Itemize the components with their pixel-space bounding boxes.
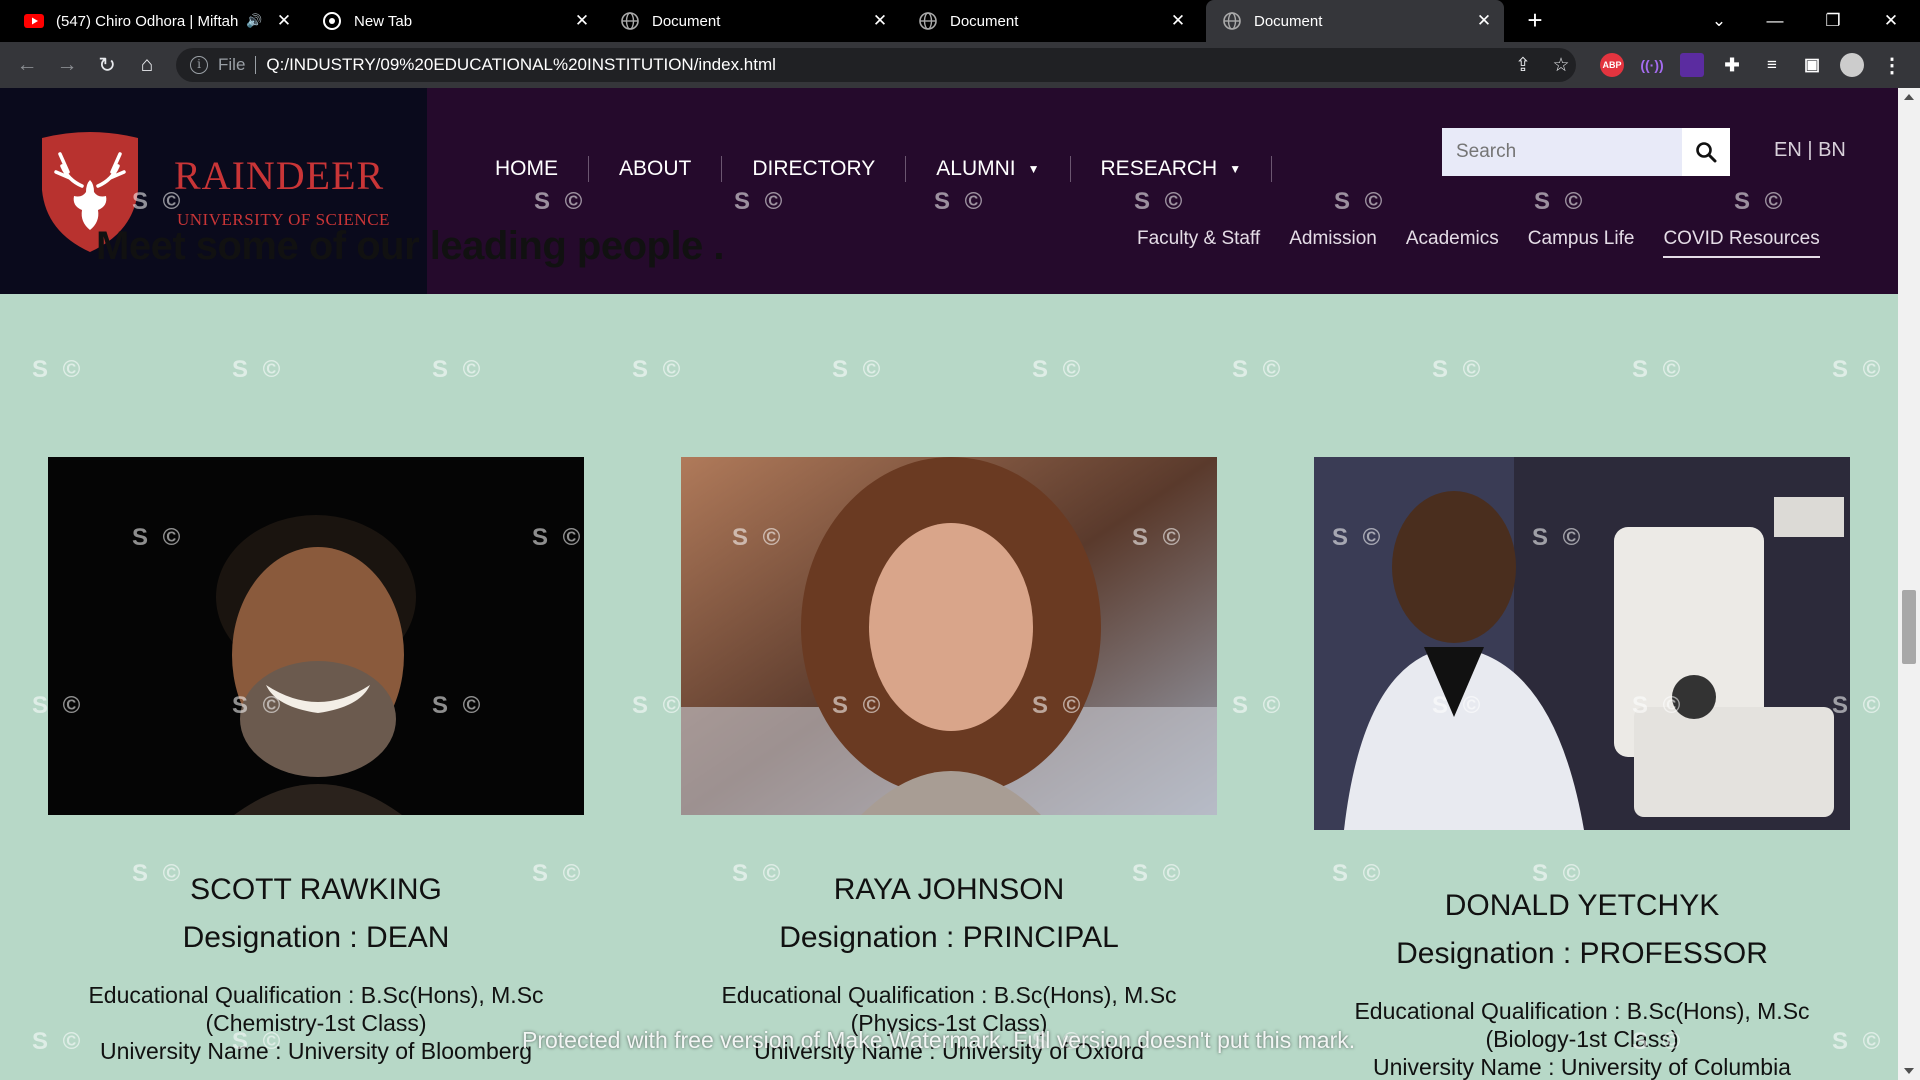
person-card-donald: DONALD YETCHYK Designation : PROFESSOR E… — [1314, 889, 1850, 1080]
tab-youtube[interactable]: (547) Chiro Odhora | Miftah 🔊 ✕ — [8, 0, 304, 42]
tab-strip: (547) Chiro Odhora | Miftah 🔊 ✕ New Tab … — [0, 0, 1920, 42]
person-designation: Designation : DEAN — [182, 921, 450, 954]
globe-icon — [620, 11, 640, 31]
chrome-icon — [322, 11, 342, 31]
browser-toolbar: ← → ↻ ⌂ i File Q:/INDUSTRY/09%20EDUCATIO… — [0, 42, 1920, 88]
url-divider — [255, 56, 257, 74]
person-qualification: Educational Qualification : B.Sc(Hons), … — [88, 982, 544, 1064]
profile-avatar[interactable] — [1840, 53, 1864, 77]
adblock-icon[interactable]: ABP — [1600, 53, 1624, 77]
scroll-up-icon[interactable] — [1904, 94, 1914, 100]
forward-icon[interactable]: → — [52, 50, 82, 80]
window-close-icon[interactable]: ✕ — [1868, 0, 1914, 42]
search-button[interactable] — [1682, 128, 1730, 176]
page-viewport: RAINDEER UNIVERSITY OF SCIENCE HOME ABOU… — [0, 88, 1898, 1080]
search-input[interactable] — [1442, 128, 1682, 176]
globe-icon — [918, 11, 938, 31]
watermark-mark: S © — [432, 356, 485, 383]
watermark-mark: S © — [1832, 356, 1885, 383]
subnav-campus-life[interactable]: Campus Life — [1528, 228, 1635, 258]
close-icon[interactable]: ✕ — [1168, 11, 1188, 31]
watermark-mark: S © — [32, 356, 85, 383]
scroll-down-icon[interactable] — [1904, 1068, 1914, 1074]
section-heading: Meet some of our leading people . — [96, 224, 725, 268]
home-icon[interactable]: ⌂ — [132, 50, 162, 80]
extension-square-icon[interactable] — [1680, 53, 1704, 77]
watermark-mark: S © — [832, 356, 885, 383]
subnav-academics[interactable]: Academics — [1406, 228, 1499, 258]
bookmark-star-icon[interactable]: ☆ — [1548, 52, 1574, 78]
sub-nav: Faculty & Staff Admission Academics Camp… — [1137, 228, 1820, 258]
nav-alumni[interactable]: ALUMNI ▼ — [906, 156, 1071, 182]
scrollbar-thumb[interactable] — [1902, 590, 1916, 664]
site-info-icon[interactable]: i — [190, 56, 208, 74]
close-icon[interactable]: ✕ — [1474, 11, 1494, 31]
extension-wave-icon[interactable]: ((·)) — [1640, 53, 1664, 77]
watermark-mark: S © — [632, 692, 685, 719]
tab-document-active[interactable]: Document ✕ — [1206, 0, 1504, 42]
watermark-mark: S © — [1432, 356, 1485, 383]
url-text[interactable]: Q:/INDUSTRY/09%20EDUCATIONAL%20INSTITUTI… — [266, 55, 776, 75]
share-icon[interactable]: ⇪ — [1510, 52, 1536, 78]
person-designation: Designation : PROFESSOR — [1396, 937, 1768, 970]
person-designation: Designation : PRINCIPAL — [779, 921, 1119, 954]
search-form — [1442, 128, 1730, 176]
person-card-raya: RAYA JOHNSON Designation : PRINCIPAL Edu… — [681, 873, 1217, 1065]
language-switcher[interactable]: EN | BN — [1774, 139, 1846, 162]
speaker-icon[interactable]: 🔊 — [246, 13, 262, 29]
nav-about[interactable]: ABOUT — [589, 156, 723, 182]
extensions-puzzle-icon[interactable]: ✚ — [1720, 53, 1744, 77]
minimize-icon[interactable]: — — [1752, 0, 1798, 42]
subnav-admission[interactable]: Admission — [1289, 228, 1377, 258]
watermark-mark: S © — [1632, 356, 1685, 383]
watermark-mark: S © — [632, 356, 685, 383]
youtube-icon — [24, 11, 44, 31]
watermark-mark: S © — [232, 356, 285, 383]
reading-list-icon[interactable]: ≡ — [1760, 53, 1784, 77]
page-scrollbar[interactable] — [1898, 88, 1920, 1080]
search-icon — [1696, 142, 1717, 163]
tab-new-tab[interactable]: New Tab ✕ — [306, 0, 602, 42]
menu-kebab-icon[interactable]: ⋮ — [1880, 53, 1904, 77]
new-tab-button[interactable]: + — [1520, 6, 1550, 36]
nav-home[interactable]: HOME — [465, 156, 589, 182]
person-name: DONALD YETCHYK — [1444, 889, 1720, 922]
address-bar[interactable]: i File Q:/INDUSTRY/09%20EDUCATIONAL%20IN… — [176, 48, 1576, 82]
tab-search-icon[interactable]: ⌄ — [1696, 0, 1742, 42]
reload-icon[interactable]: ↻ — [92, 50, 122, 80]
subnav-faculty-staff[interactable]: Faculty & Staff — [1137, 228, 1260, 258]
person-qualification: Educational Qualification : B.Sc(Hons), … — [721, 982, 1177, 1064]
person-photo-donald — [1314, 457, 1850, 830]
tab-document-1[interactable]: Document ✕ — [604, 0, 900, 42]
watermark-mark: S © — [1032, 356, 1085, 383]
nav-research[interactable]: RESEARCH ▼ — [1071, 156, 1273, 182]
person-card-scott: SCOTT RAWKING Designation : DEAN Educati… — [48, 873, 584, 1065]
tab-document-2[interactable]: Document ✕ — [902, 0, 1198, 42]
brand-name: RAINDEER — [174, 153, 385, 198]
person-photo-raya — [681, 457, 1217, 815]
main-nav: HOME ABOUT DIRECTORY ALUMNI ▼ RESEARCH ▼ — [465, 152, 1273, 186]
caret-down-icon: ▼ — [1027, 162, 1040, 176]
person-photo-scott — [48, 457, 584, 815]
watermark-mark: S © — [1532, 860, 1585, 887]
person-name: SCOTT RAWKING — [190, 873, 442, 906]
nav-directory[interactable]: DIRECTORY — [722, 156, 907, 182]
watermark-mark: S © — [1332, 860, 1385, 887]
watermark-mark: S © — [1232, 692, 1285, 719]
person-name: RAYA JOHNSON — [833, 873, 1065, 906]
subnav-covid-resources[interactable]: COVID Resources — [1663, 228, 1820, 258]
person-qualification: Educational Qualification : B.Sc(Hons), … — [1354, 998, 1810, 1080]
close-icon[interactable]: ✕ — [572, 11, 592, 31]
globe-icon — [1222, 11, 1242, 31]
caret-down-icon: ▼ — [1229, 162, 1242, 176]
restore-icon[interactable]: ❐ — [1810, 0, 1856, 42]
url-scheme: File — [218, 55, 246, 74]
close-icon[interactable]: ✕ — [274, 11, 294, 31]
close-icon[interactable]: ✕ — [870, 11, 890, 31]
side-panel-icon[interactable]: ▣ — [1800, 53, 1824, 77]
back-icon[interactable]: ← — [12, 50, 42, 80]
watermark-mark: S © — [1232, 356, 1285, 383]
